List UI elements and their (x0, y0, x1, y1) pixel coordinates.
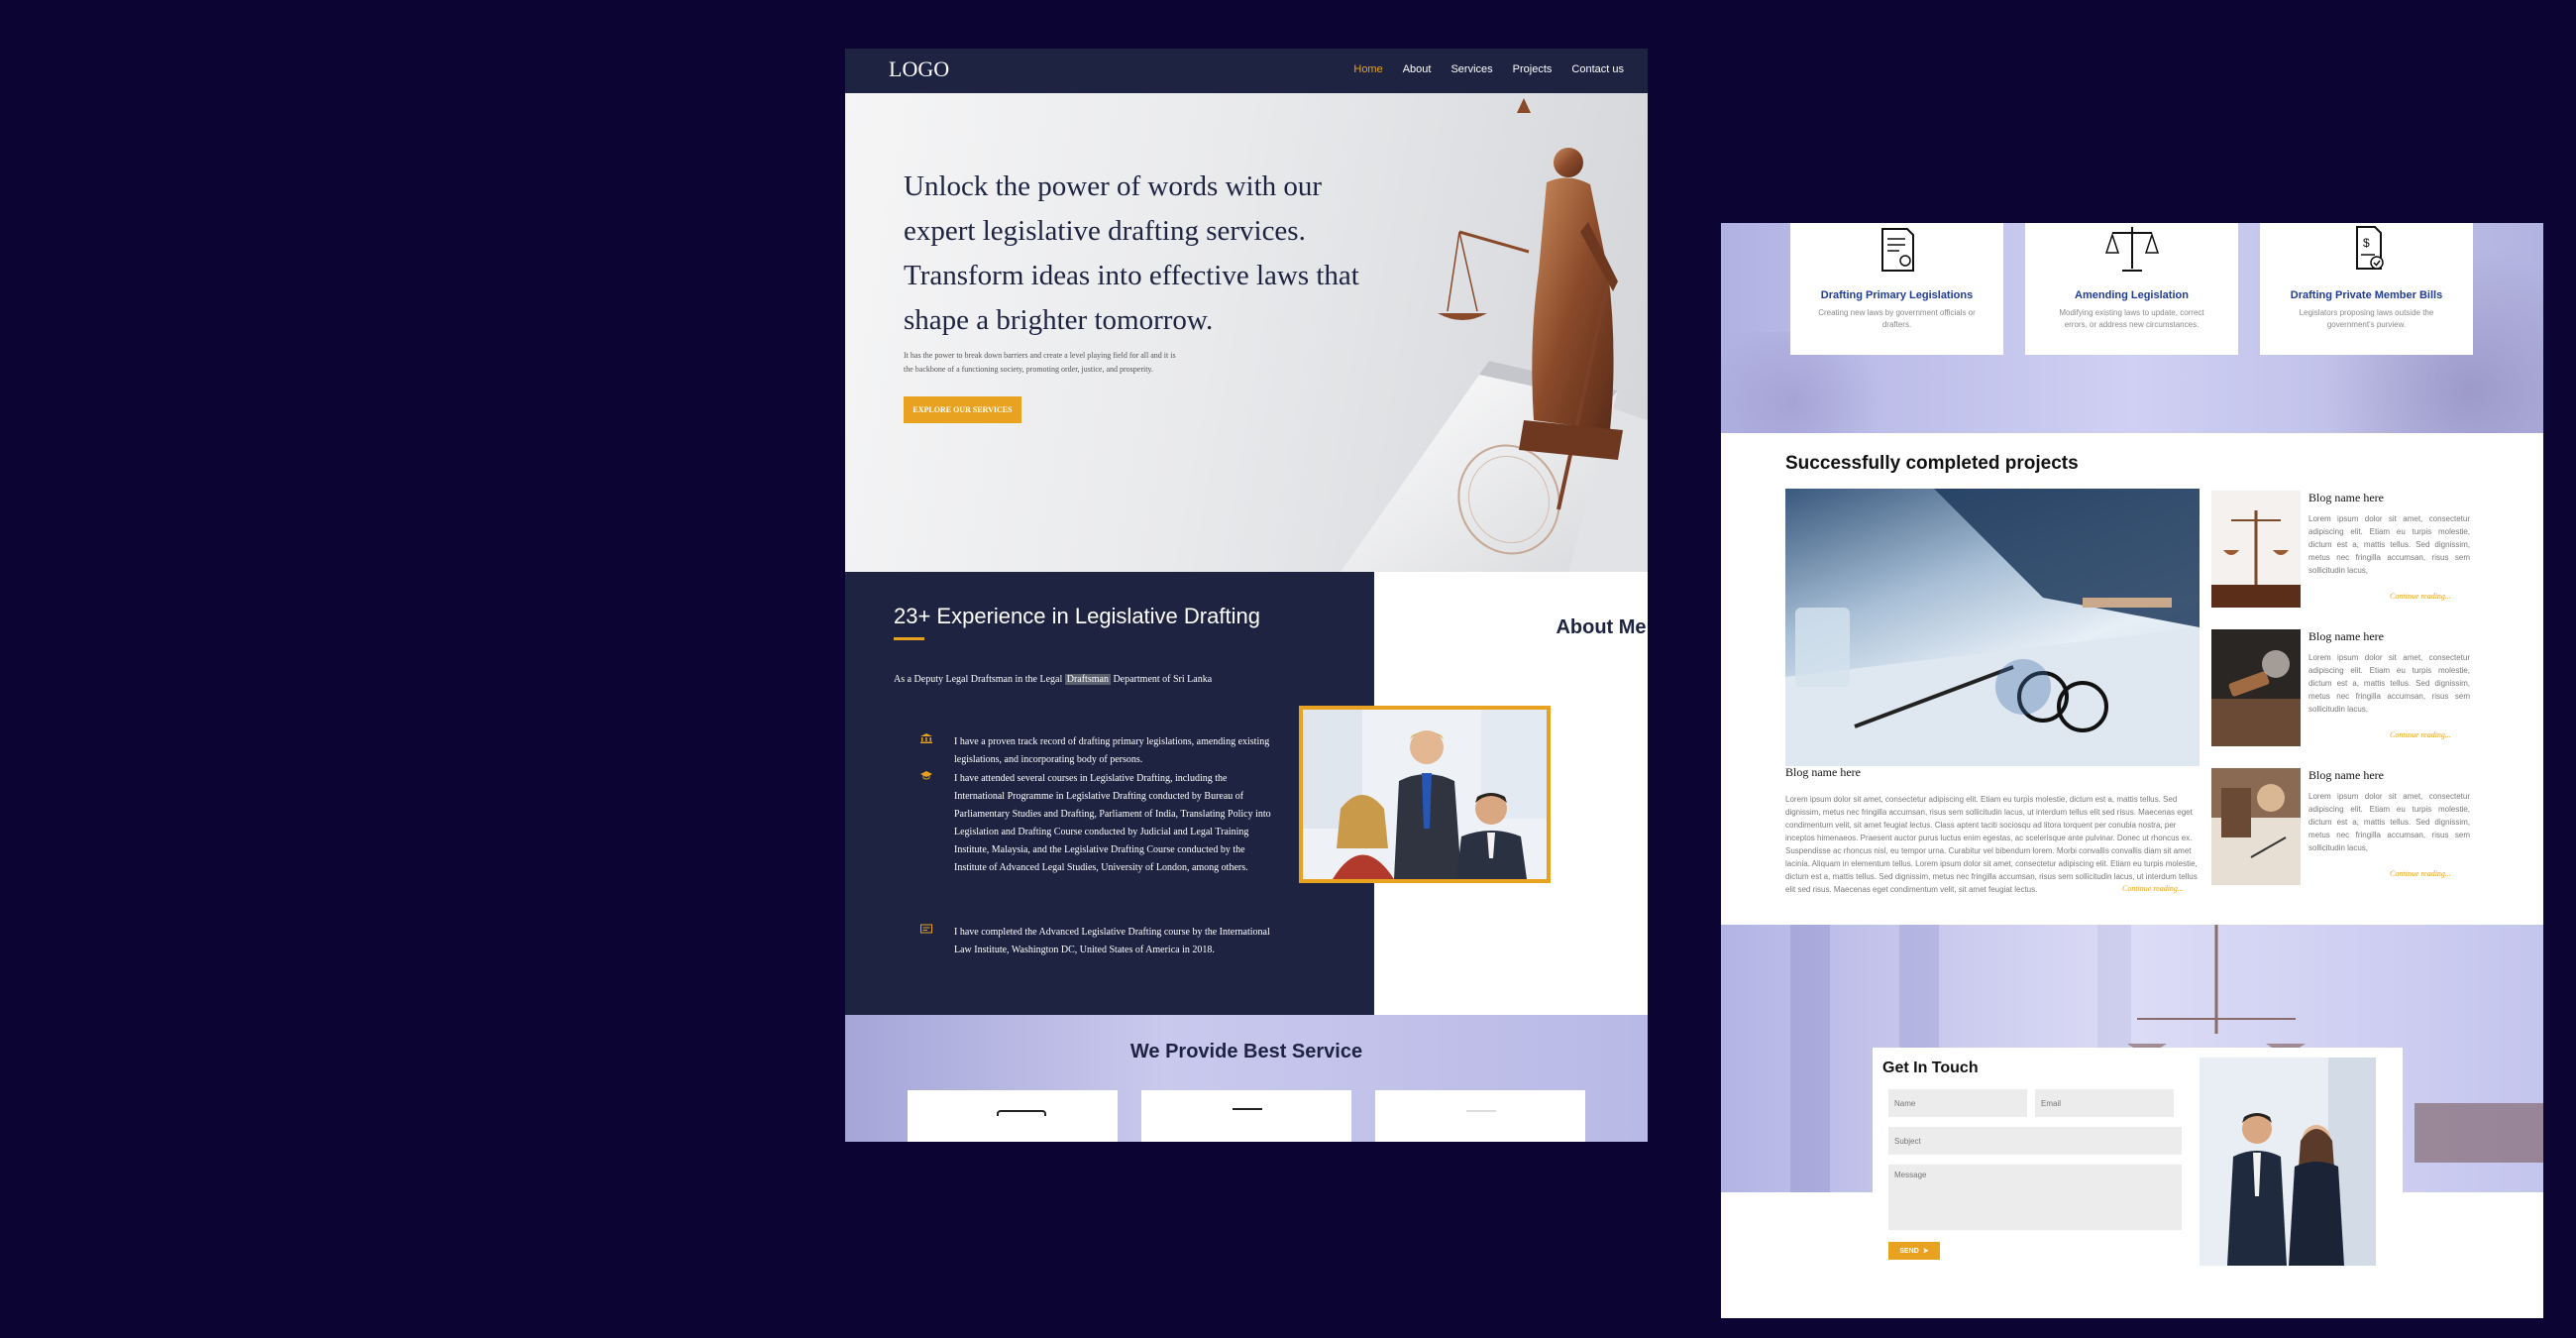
certificate-icon (920, 924, 932, 934)
services-title: We Provide Best Service (1129, 1041, 1363, 1062)
contact-photo (2200, 1058, 2376, 1266)
nav-item-projects[interactable]: Projects (1513, 63, 1553, 75)
projects-title: Successfully completed projects (1785, 453, 2079, 474)
blog-continue-link[interactable]: Continue reading... (2390, 869, 2451, 878)
team-photo (1299, 706, 1551, 883)
service-title: Drafting Private Member Bills (2290, 289, 2443, 301)
svg-text:$: $ (2363, 236, 2370, 250)
business-documents-illustration (1785, 489, 2200, 766)
nav-menu: Home About Services Projects Contact us (1353, 63, 1624, 75)
nav-item-services[interactable]: Services (1450, 63, 1492, 75)
signing-thumbnail (2211, 768, 2301, 885)
send-button[interactable]: SEND ➤ (1888, 1242, 1940, 1260)
subject-field[interactable] (1888, 1127, 2182, 1155)
service-title: Amending Legislation (2075, 289, 2189, 301)
services-section: We Provide Best Service (845, 1015, 1648, 1142)
explore-services-button[interactable]: EXPLORE OUR SERVICES (904, 396, 1021, 423)
scales-icon (1233, 1108, 1262, 1116)
send-arrow-icon: ➤ (1922, 1248, 1929, 1255)
blog-thumbnail[interactable] (2211, 768, 2301, 885)
project-main-image[interactable] (1785, 489, 2200, 766)
bill-icon (1466, 1110, 1496, 1112)
blog-text: Lorem ipsum dolor sit amet, consectetur … (2308, 514, 2470, 575)
blog-name[interactable]: Blog name here (2308, 629, 2384, 644)
service-card-amending[interactable]: Amending Legislation Modifying existing … (2025, 223, 2238, 355)
team-photo-illustration (1303, 710, 1547, 879)
nav-item-contact[interactable]: Contact us (1571, 63, 1624, 75)
scales-icon (2104, 227, 2159, 272)
experience-intro: As a Deputy Legal Draftsman in the Legal… (894, 671, 1221, 689)
building-icon (920, 733, 932, 743)
scales-thumbnail (2211, 491, 2301, 608)
blog-name[interactable]: Blog name here (2308, 768, 2384, 783)
service-card-preview[interactable] (908, 1090, 1118, 1142)
service-desc: Creating new laws by government official… (1818, 308, 1976, 329)
blog-text: Lorem ipsum dolor sit amet, consectetur … (2308, 653, 2470, 714)
project-main-continue-link[interactable]: Continue reading... (2122, 884, 2184, 893)
name-field[interactable] (1888, 1089, 2027, 1117)
hero-subtitle: It has the power to break down barriers … (904, 351, 1176, 374)
experience-title: 23+ Experience in Legislative Drafting (894, 604, 1260, 628)
blog-thumbnail[interactable] (2211, 491, 2301, 608)
contact-title: Get In Touch (1882, 1059, 1979, 1076)
project-main-text: Lorem ipsum dolor sit amet, consectetur … (1785, 795, 2198, 894)
contact-form-card: Get In Touch SEND➤ (1873, 1048, 2403, 1271)
landing-page-mockup: LOGO Home About Services Projects Contac… (845, 49, 1648, 1142)
message-field[interactable] (1888, 1165, 2182, 1230)
logo[interactable]: LOGO (889, 56, 949, 82)
navbar: LOGO Home About Services Projects Contac… (845, 49, 1648, 93)
experience-item-text: I have a proven track record of drafting… (954, 736, 1270, 765)
service-card-preview[interactable] (1141, 1090, 1351, 1142)
hero-title: Unlock the power of words with our exper… (904, 170, 1359, 336)
blog-item: Blog name here Lorem ipsum dolor sit ame… (2211, 491, 2474, 610)
blog-name[interactable]: Blog name here (2308, 491, 2384, 505)
experience-item-text: I have attended several courses in Legis… (954, 773, 1271, 873)
intro-highlight: Draftsman (1064, 674, 1111, 685)
document-icon (997, 1110, 1046, 1116)
project-main-name[interactable]: Blog name here (1785, 765, 1861, 780)
title-underline (894, 637, 924, 640)
service-card-primary[interactable]: Drafting Primary Legislations Creating n… (1790, 223, 2003, 355)
service-title: Drafting Primary Legislations (1820, 289, 1974, 301)
service-card-private-bills[interactable]: $ Drafting Private Member Bills Legislat… (2260, 223, 2473, 355)
projects-contact-mockup: Drafting Primary Legislations Creating n… (1721, 223, 2543, 1318)
document-icon (1880, 228, 1914, 272)
service-desc: Legislators proposing laws outside the g… (2299, 308, 2434, 329)
experience-item-text: I have completed the Advanced Legislativ… (954, 927, 1270, 955)
nav-item-about[interactable]: About (1403, 63, 1432, 75)
service-card-preview[interactable] (1375, 1090, 1585, 1142)
experience-section: 23+ Experience in Legislative Drafting A… (845, 572, 1374, 1015)
about-title: About Me (1556, 616, 1647, 638)
blog-item: Blog name here Lorem ipsum dolor sit ame… (2211, 629, 2474, 748)
blog-continue-link[interactable]: Continue reading... (2390, 730, 2451, 739)
intro-text-end: Department of Sri Lanka (1110, 674, 1213, 685)
blog-thumbnail[interactable] (2211, 629, 2301, 746)
send-button-label: SEND (1899, 1247, 1919, 1255)
email-field[interactable] (2035, 1089, 2174, 1117)
business-people-illustration (2200, 1058, 2376, 1266)
hero-section: Unlock the power of words with our exper… (845, 93, 1648, 572)
services-cards-section: Drafting Primary Legislations Creating n… (1721, 223, 2543, 433)
intro-text-start: As a Deputy Legal Draftsman in the Legal (894, 674, 1065, 685)
blog-text: Lorem ipsum dolor sit amet, consectetur … (2308, 792, 2470, 852)
blog-item: Blog name here Lorem ipsum dolor sit ame… (2211, 768, 2474, 887)
service-desc: Modifying existing laws to update, corre… (2059, 308, 2204, 329)
graduation-cap-icon (920, 771, 932, 780)
lady-justice-image (1341, 98, 1648, 572)
gavel-thumbnail (2211, 629, 2301, 746)
nav-item-home[interactable]: Home (1353, 63, 1382, 75)
bill-icon: $ (2355, 226, 2384, 270)
blog-continue-link[interactable]: Continue reading... (2390, 592, 2451, 601)
